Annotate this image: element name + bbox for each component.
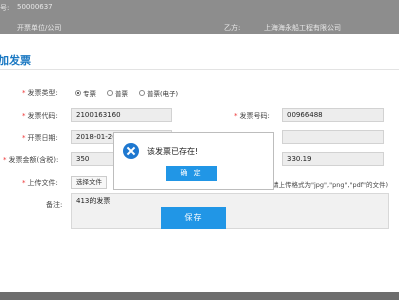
alert-dialog: 该发票已存在! 确 定 [113,132,274,190]
bottom-overlay [0,292,399,300]
panel-title: 加发票 [0,54,31,67]
invoice-number-input[interactable]: 00966488 [282,108,384,122]
invoice-code-label: * 发票代码: [22,111,58,121]
amount-label-text: 发票金额(含税): [8,156,59,164]
choose-file-button[interactable]: 选择文件 [71,176,107,189]
bg-party-label: 乙方: [224,24,241,32]
background-header: 号: 50000637 开票单位/公司 乙方: 上海海永船工程有限公司 [0,0,399,34]
remarks-label: 备注: [46,201,63,209]
required-mark: * [22,112,26,120]
radio-electronic[interactable]: 普票(电子) [139,88,178,98]
radio-special-label: 专票 [83,90,96,98]
amount-label: * 发票金额(含税): [3,155,58,165]
dialog-message: 该发票已存在! [147,147,199,156]
required-mark: * [22,179,26,187]
title-divider [0,69,399,70]
invoice-code-input[interactable]: 2100163160 [71,108,172,122]
save-button[interactable]: 保存 [161,207,226,229]
radio-general-label: 普票 [115,90,128,98]
required-mark: * [22,134,26,142]
required-mark: * [22,89,26,97]
invoice-code-label-text: 发票代码: [27,112,58,120]
upload-label-text: 上传文件: [27,179,58,187]
upload-label: * 上传文件: [22,178,58,188]
bg-label-number: 号: [0,4,10,12]
remarks-textarea[interactable]: 413的发票 [71,193,389,229]
invoice-number-label: * 发票号码: [234,111,270,121]
radio-general[interactable]: 普票 [107,88,128,98]
invoice-type-label-text: 发票类型: [27,89,58,97]
required-mark: * [3,156,7,164]
bg-number: 50000637 [17,3,53,11]
invoice-number-label-text: 发票号码: [239,112,270,120]
invoice-type-label: * 发票类型: [22,88,58,98]
invoice-date-label-text: 开票日期: [27,134,58,142]
confirm-button[interactable]: 确 定 [166,166,217,181]
error-icon [123,143,139,159]
radio-dot[interactable] [107,90,113,96]
radio-dot-selected[interactable] [75,90,81,96]
bg-company-label: 开票单位/公司 [17,24,62,32]
upload-hint: 请上传格式为"jpg","png","pdf"的文件) [272,181,389,189]
right-field-input[interactable] [282,130,384,144]
radio-dot[interactable] [139,90,145,96]
radio-special[interactable]: 专票 [75,88,96,98]
amount-excl-tax-input[interactable]: 330.19 [282,152,384,166]
bg-party-value: 上海海永船工程有限公司 [264,24,341,32]
radio-electronic-label: 普票(电子) [147,90,179,98]
required-mark: * [234,112,238,120]
invoice-date-label: * 开票日期: [22,133,58,143]
